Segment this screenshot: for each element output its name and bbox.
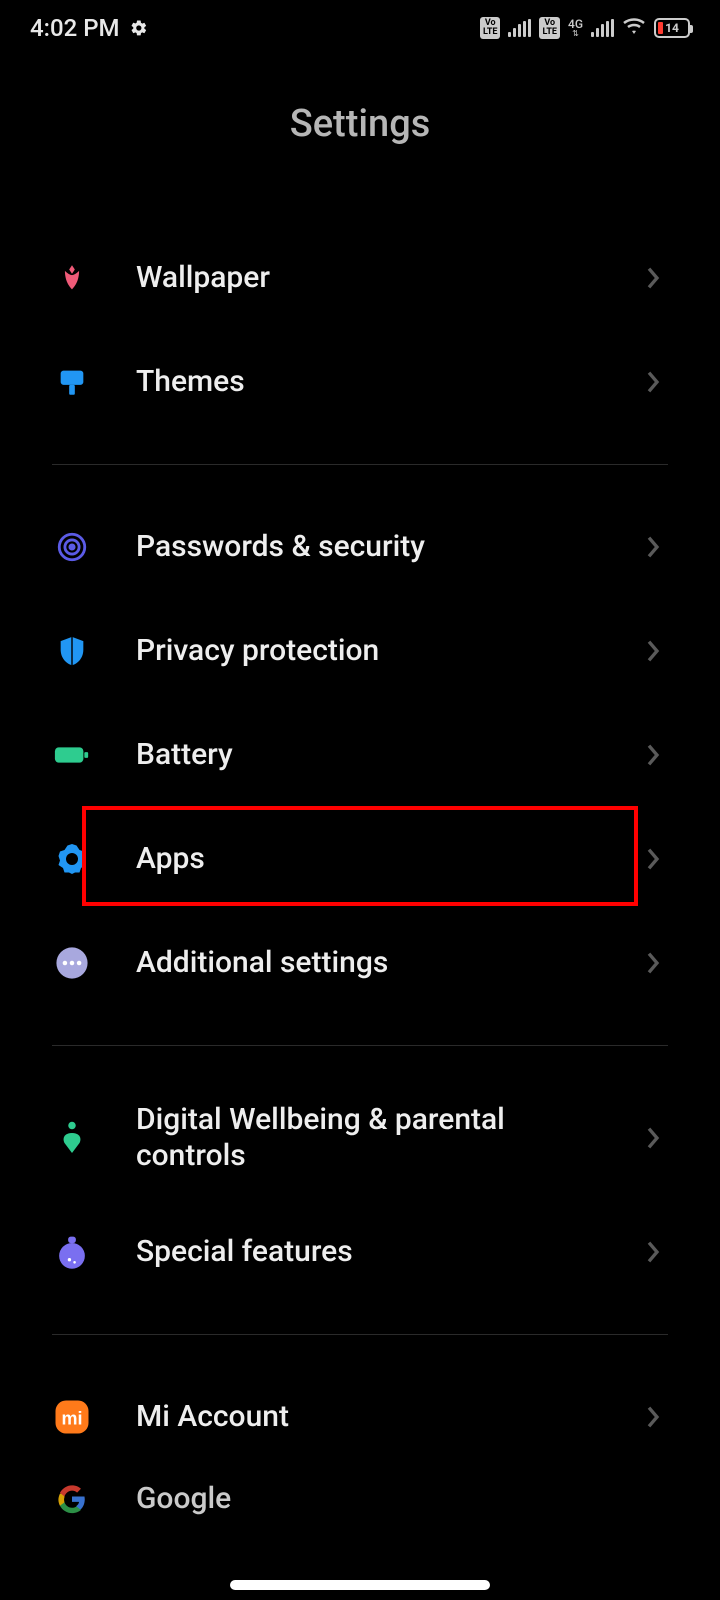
- google-icon: [52, 1479, 92, 1519]
- settings-item-wallpaper[interactable]: Wallpaper: [52, 226, 668, 330]
- chevron-right-icon: [646, 535, 668, 559]
- battery-icon: 14: [654, 18, 690, 38]
- wifi-icon: [622, 14, 646, 42]
- chevron-right-icon: [646, 951, 668, 975]
- tulip-icon: [52, 258, 92, 298]
- svg-text:mi: mi: [61, 1409, 82, 1429]
- settings-item-label: Privacy protection: [136, 633, 602, 669]
- settings-item-additional[interactable]: Additional settings: [52, 911, 668, 1015]
- settings-item-label: Themes: [136, 364, 602, 400]
- chevron-right-icon: [646, 266, 668, 290]
- chevron-right-icon: [646, 1240, 668, 1264]
- flask-icon: [52, 1232, 92, 1272]
- settings-item-label: Google: [136, 1481, 668, 1517]
- settings-item-apps[interactable]: Apps: [52, 807, 668, 911]
- chevron-right-icon: [646, 370, 668, 394]
- settings-item-label: Battery: [136, 737, 602, 773]
- status-right: VoLTE VoLTE 4G⇅ 14: [480, 14, 690, 42]
- settings-list: Wallpaper Themes Passwords & security Pr…: [0, 226, 720, 1529]
- home-indicator[interactable]: [230, 1580, 490, 1590]
- gear-icon: [52, 839, 92, 879]
- signal-icon: [508, 19, 531, 37]
- settings-item-label: Wallpaper: [136, 260, 602, 296]
- clock: 4:02 PM: [30, 14, 120, 42]
- settings-item-label: Special features: [136, 1234, 602, 1270]
- network-label: 4G⇅: [568, 19, 583, 37]
- settings-item-label: Apps: [136, 841, 602, 877]
- divider: [52, 1334, 668, 1335]
- dots-icon: [52, 943, 92, 983]
- chevron-right-icon: [646, 1126, 668, 1150]
- shield-icon: [52, 631, 92, 671]
- person-heart-icon: [52, 1118, 92, 1158]
- mi-icon: mi: [52, 1397, 92, 1437]
- settings-item-passwords[interactable]: Passwords & security: [52, 495, 668, 599]
- brush-icon: [52, 362, 92, 402]
- volte-icon: VoLTE: [480, 17, 501, 39]
- fingerprint-icon: [52, 527, 92, 567]
- divider: [52, 464, 668, 465]
- page-title: Settings: [0, 56, 720, 226]
- status-bar: 4:02 PM VoLTE VoLTE 4G⇅ 14: [0, 0, 720, 56]
- settings-item-battery[interactable]: Battery: [52, 703, 668, 807]
- settings-item-mi-account[interactable]: mi Mi Account: [52, 1365, 668, 1469]
- chevron-right-icon: [646, 639, 668, 663]
- volte-icon-2: VoLTE: [539, 17, 560, 39]
- chevron-right-icon: [646, 743, 668, 767]
- settings-item-themes[interactable]: Themes: [52, 330, 668, 434]
- chevron-right-icon: [646, 1405, 668, 1429]
- battery-level: 14: [656, 21, 688, 35]
- settings-item-label: Digital Wellbeing & parental controls: [136, 1102, 602, 1174]
- signal-icon-2: [591, 19, 614, 37]
- settings-item-label: Passwords & security: [136, 529, 602, 565]
- chevron-right-icon: [646, 847, 668, 871]
- settings-status-icon: [130, 19, 148, 37]
- settings-item-wellbeing[interactable]: Digital Wellbeing & parental controls: [52, 1076, 668, 1200]
- status-left: 4:02 PM: [30, 14, 148, 42]
- settings-item-label: Mi Account: [136, 1399, 602, 1435]
- settings-item-privacy[interactable]: Privacy protection: [52, 599, 668, 703]
- settings-item-special[interactable]: Special features: [52, 1200, 668, 1304]
- divider: [52, 1045, 668, 1046]
- settings-item-label: Additional settings: [136, 945, 602, 981]
- battery-icon: [52, 735, 92, 775]
- settings-item-google[interactable]: Google: [52, 1469, 668, 1529]
